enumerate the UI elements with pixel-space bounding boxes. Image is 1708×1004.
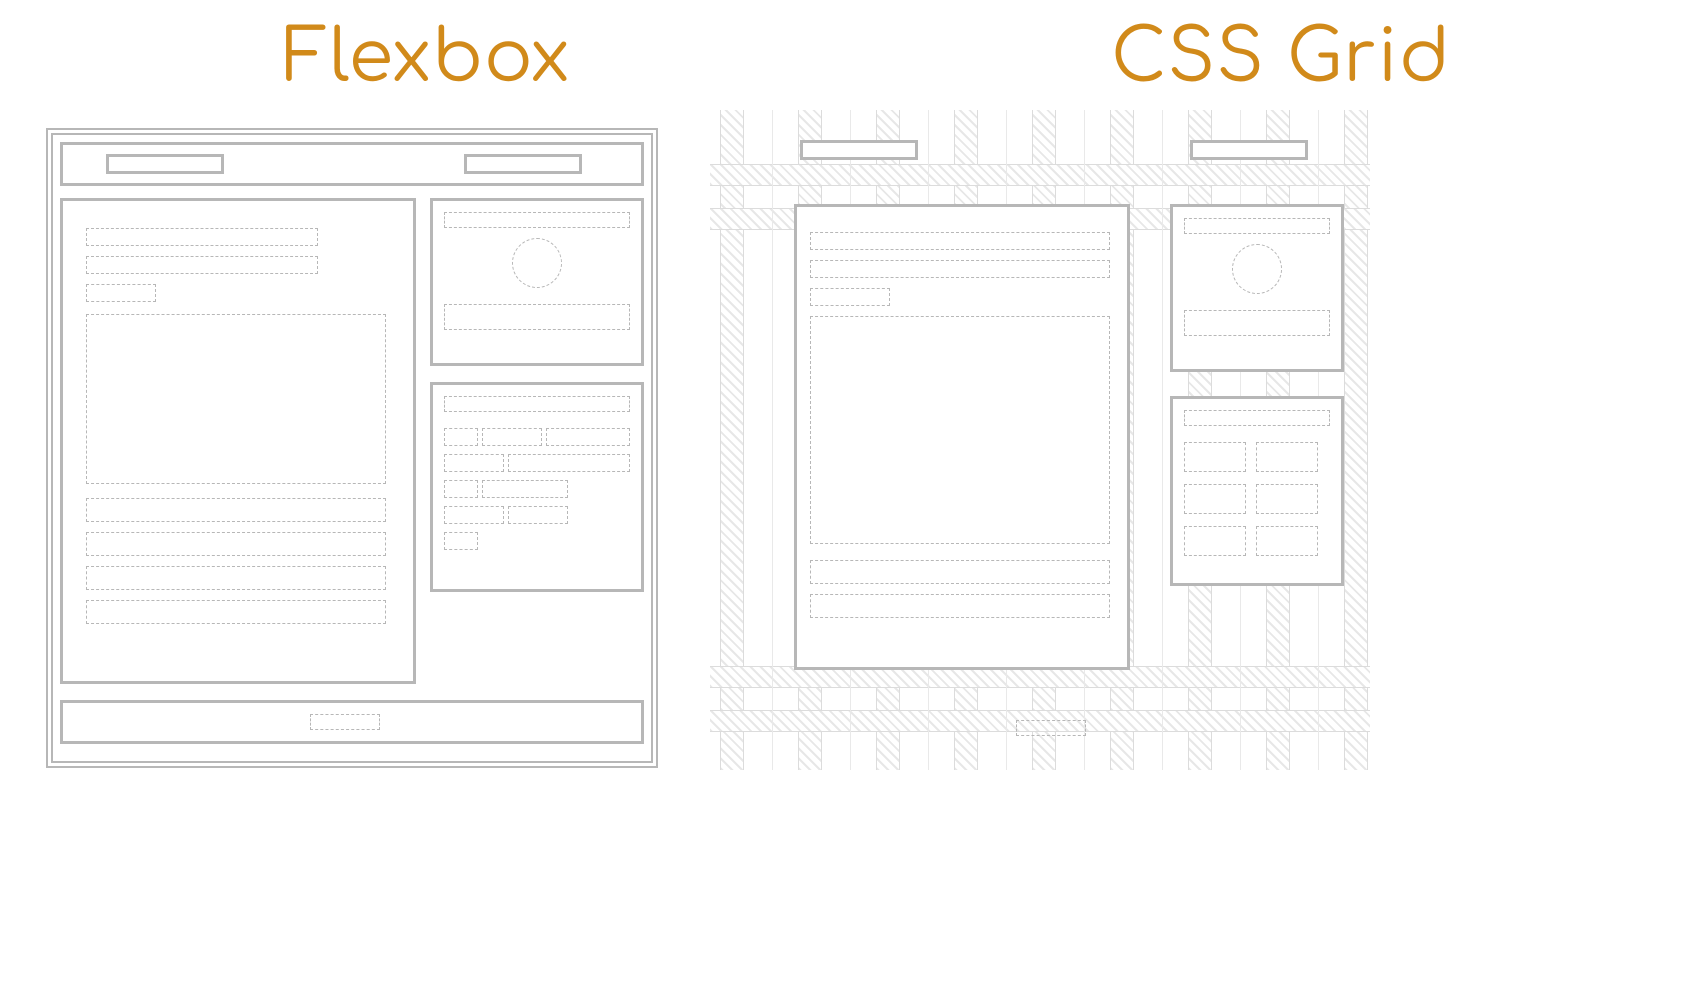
grid-cell	[1184, 442, 1246, 472]
flex-paragraph-line	[86, 498, 386, 522]
flex-header-slot-left	[106, 154, 224, 174]
title-cssgrid: CSS Grid	[854, 18, 1708, 98]
grid-track-line	[772, 110, 773, 770]
flex-sidecard-title	[444, 212, 630, 228]
flex-hero	[86, 314, 386, 484]
grid-title-line	[810, 232, 1110, 250]
flexbox-wireframe	[46, 128, 658, 768]
flex-tag-chip	[546, 428, 630, 446]
flex-tag-chip	[444, 532, 478, 550]
grid-cell	[1256, 526, 1318, 556]
grid-cell	[1256, 442, 1318, 472]
comparison-diagram: Flexbox CSS Grid	[0, 0, 1708, 1004]
grid-paragraph-line	[810, 594, 1110, 618]
title-flexbox: Flexbox	[0, 18, 854, 98]
grid-cell	[1184, 484, 1246, 514]
flex-title-line	[86, 228, 318, 246]
flex-tag-chip	[508, 506, 568, 524]
grid-cell	[1184, 526, 1246, 556]
flex-title-line	[86, 284, 156, 302]
flex-paragraph-line	[86, 532, 386, 556]
grid-hero	[810, 316, 1110, 544]
grid-sidecard-title	[1184, 218, 1330, 234]
grid-footer-centerbox	[1016, 720, 1086, 736]
flex-footer-centerbox	[310, 714, 380, 730]
grid-avatar-circle-icon	[1232, 244, 1282, 294]
flex-paragraph-line	[86, 566, 386, 590]
flex-tag-chip	[444, 454, 504, 472]
grid-cell	[1256, 484, 1318, 514]
grid-row-gutter	[710, 164, 1370, 186]
grid-sidecard-bar	[1184, 310, 1330, 336]
flex-tag-chip	[444, 506, 504, 524]
flex-paragraph-line	[86, 600, 386, 624]
flex-sidecard-bar	[444, 304, 630, 330]
flex-title-line	[86, 256, 318, 274]
flex-tags-title	[444, 396, 630, 412]
grid-track-line	[1162, 110, 1163, 770]
grid-gridcard-title	[1184, 410, 1330, 426]
flex-tag-chip	[444, 428, 478, 446]
flex-tag-chip	[508, 454, 630, 472]
grid-header-slot-right	[1190, 140, 1308, 160]
grid-title-line	[810, 260, 1110, 278]
flex-avatar-circle-icon	[512, 238, 562, 288]
flex-tag-chip	[482, 480, 568, 498]
cssgrid-wireframe	[710, 110, 1370, 770]
flex-tag-chip	[482, 428, 542, 446]
grid-header-slot-left	[800, 140, 918, 160]
flex-tag-chip	[444, 480, 478, 498]
grid-title-line	[810, 288, 890, 306]
grid-paragraph-line	[810, 560, 1110, 584]
flex-header-slot-right	[464, 154, 582, 174]
